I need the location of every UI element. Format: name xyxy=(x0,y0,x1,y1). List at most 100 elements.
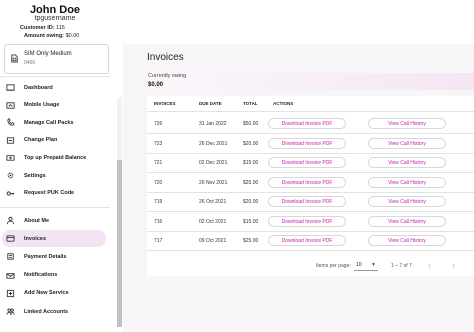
gear-icon xyxy=(6,171,15,180)
header-divider xyxy=(147,111,474,112)
main-content: Invoices Currently owing $0.00 INVOICES … xyxy=(123,0,474,332)
change-plan-icon xyxy=(6,136,15,145)
view-call-history-button[interactable]: View Call History xyxy=(368,176,446,188)
row-divider xyxy=(147,250,474,251)
key-icon xyxy=(6,189,15,198)
column-header-total: TOTAL xyxy=(243,101,258,106)
plan-name: SIM Only Medium xyxy=(24,51,72,57)
divider xyxy=(0,207,110,208)
plan-selector[interactable]: SIM Only Medium 0406 xyxy=(4,44,109,74)
sidebar-item-label: Manage Call Packs xyxy=(24,119,74,126)
page-title: Invoices xyxy=(147,52,184,63)
invoice-number: 717 xyxy=(154,238,163,244)
sidebar-item-top-up-prepaid-balance[interactable]: Top up Prepaid Balance xyxy=(2,149,106,166)
items-per-page-value: 10 xyxy=(356,262,362,268)
download-invoice-pdf-button[interactable]: Download Invoice PDF xyxy=(268,157,346,168)
sidebar-item-settings[interactable]: Settings xyxy=(2,167,106,184)
divider xyxy=(0,76,110,77)
view-call-history-button[interactable]: View Call History xyxy=(368,157,446,168)
invoice-number: 720 xyxy=(154,179,163,186)
sidebar-item-mobile-usage[interactable]: Mobile Usage xyxy=(2,97,106,114)
download-invoice-pdf-button[interactable]: Download Invoice PDF xyxy=(268,176,346,188)
amount-owing-label: Amount owing: xyxy=(24,33,65,39)
download-invoice-pdf-button[interactable]: Download Invoice PDF xyxy=(268,137,346,149)
sidebar-item-label: Change Plan xyxy=(24,137,58,144)
column-header-invoices: INVOICES xyxy=(154,101,176,106)
download-invoice-pdf-button[interactable]: Download Invoice PDF xyxy=(268,235,346,246)
chevron-down-icon: ▼ xyxy=(371,262,376,268)
column-header-actions: ACTIONS xyxy=(273,101,294,106)
invoice-number: 726 xyxy=(154,121,163,127)
payment-icon xyxy=(6,252,15,261)
sidebar-item-add-new-service[interactable]: Add New Service xyxy=(2,285,106,302)
sidebar: John Doe tpgusername Customer ID: 115 Am… xyxy=(0,0,123,332)
view-call-history-button[interactable]: View Call History xyxy=(368,196,446,207)
sidebar-item-change-plan[interactable]: Change Plan xyxy=(2,132,106,149)
sidebar-item-manage-call-packs[interactable]: Manage Call Packs xyxy=(2,114,106,131)
view-call-history-button[interactable]: View Call History xyxy=(368,137,446,149)
row-divider xyxy=(147,191,474,193)
items-per-page-select[interactable]: 10 ▼ xyxy=(354,260,378,271)
invoice-total: $15.00 xyxy=(243,218,259,225)
sidebar-item-dashboard[interactable]: Dashboard xyxy=(2,79,106,96)
invoice-number: 721 xyxy=(154,160,163,166)
due-date: 09 Oct 2021 xyxy=(199,238,227,244)
download-invoice-pdf-button[interactable]: Download Invoice PDF xyxy=(268,196,346,207)
due-date: 20 Nov 2021 xyxy=(199,179,228,186)
plan-number: 0406 xyxy=(24,60,36,66)
sidebar-item-notifications[interactable]: Notifications xyxy=(2,267,106,284)
due-date: 02 Oct 2021 xyxy=(199,218,227,225)
invoice-total: $25.00 xyxy=(243,238,259,244)
due-date: 02 Dec 2021 xyxy=(199,160,228,166)
sidebar-item-label: Payment Details xyxy=(24,253,67,260)
owing-banner xyxy=(147,73,474,90)
sidebar-item-label: Top up Prepaid Balance xyxy=(24,154,87,161)
download-invoice-pdf-button[interactable]: Download Invoice PDF xyxy=(268,215,346,227)
sidebar-item-label: Linked Accounts xyxy=(24,308,69,315)
sidebar-item-label: Notifications xyxy=(24,272,58,279)
owing-value: $0.00 xyxy=(148,82,164,88)
sidebar-item-label: Invoices xyxy=(24,235,47,242)
row-divider xyxy=(147,211,474,212)
chevron-left-icon[interactable]: ‹ xyxy=(428,260,431,270)
usage-icon xyxy=(6,101,15,110)
sidebar-item-request-puk-code[interactable]: Request PUK Code xyxy=(2,185,106,202)
view-call-history-button[interactable]: View Call History xyxy=(368,235,446,246)
amount-owing: Amount owing: $0.00 xyxy=(24,33,79,39)
due-date: 26 Dec 2021 xyxy=(199,140,228,147)
top-up-icon xyxy=(6,153,15,162)
sidebar-item-linked-accounts[interactable]: Linked Accounts xyxy=(2,303,106,320)
download-invoice-pdf-button[interactable]: Download Invoice PDF xyxy=(268,118,346,129)
invoice-total: $25.00 xyxy=(243,179,259,186)
scrollbar-thumb[interactable] xyxy=(117,160,122,327)
row-divider xyxy=(147,133,474,134)
sidebar-item-label: Settings xyxy=(24,172,46,179)
owing-label: Currently owing xyxy=(148,73,187,79)
invoice-total: $20.00 xyxy=(243,199,259,205)
due-date: 31 Jan 2022 xyxy=(199,121,227,127)
sidebar-item-about-me[interactable]: About Me xyxy=(2,212,106,229)
customer-id-value: 115 xyxy=(56,25,65,31)
sidebar-item-invoices[interactable]: Invoices xyxy=(2,230,106,248)
due-date: 26 Oct 2021 xyxy=(199,199,227,205)
customer-id: Customer ID: 115 xyxy=(20,25,65,31)
sidebar-item-label: Dashboard xyxy=(24,84,53,91)
sidebar-item-payment-details[interactable]: Payment Details xyxy=(2,248,106,265)
linked-accounts-icon xyxy=(6,307,15,316)
sidebar-item-label: About Me xyxy=(24,217,50,224)
profile-summary: John Doe tpgusername Customer ID: 115 Am… xyxy=(0,0,123,44)
sim-card-icon xyxy=(10,54,19,63)
dashboard-icon xyxy=(6,83,15,92)
sidebar-item-label: Mobile Usage xyxy=(24,102,60,109)
sidebar-item-label: Request PUK Code xyxy=(24,190,75,197)
sidebar-item-label: Add New Service xyxy=(24,290,69,297)
notifications-icon xyxy=(6,271,15,280)
invoice-total: $15.00 xyxy=(243,160,259,166)
pagination-range: 1 – 7 of 7 xyxy=(391,263,412,269)
row-divider xyxy=(147,152,474,154)
view-call-history-button[interactable]: View Call History xyxy=(368,215,446,227)
invoice-icon xyxy=(6,234,15,243)
amount-owing-value: $0.00 xyxy=(65,33,80,39)
view-call-history-button[interactable]: View Call History xyxy=(368,118,446,129)
chevron-right-icon[interactable]: › xyxy=(452,260,455,270)
